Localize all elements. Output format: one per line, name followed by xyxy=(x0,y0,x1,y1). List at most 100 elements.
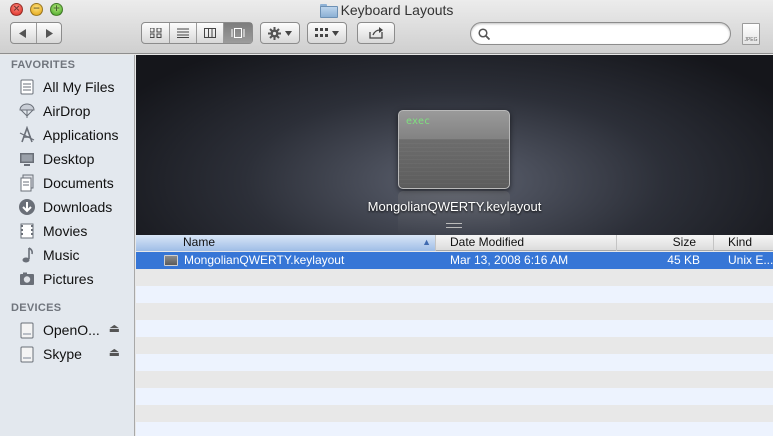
sidebar-item-movies[interactable]: Movies xyxy=(18,220,130,242)
empty-row xyxy=(136,286,773,303)
all-files-icon xyxy=(18,78,36,96)
empty-row xyxy=(136,371,773,388)
sidebar-item-label: AirDrop xyxy=(43,103,91,119)
file-list: Name ▲ Date Modified Size Kind Mongolian… xyxy=(136,235,773,436)
sidebar-item-label: Downloads xyxy=(43,199,113,215)
chevron-down-icon xyxy=(285,30,292,36)
column-header-label: Name xyxy=(183,235,216,249)
desktop-icon xyxy=(18,150,36,168)
cell-name: MongolianQWERTY.keylayout xyxy=(184,253,345,267)
music-icon xyxy=(18,246,36,264)
view-mode-control xyxy=(141,22,253,44)
keylayout-file-icon xyxy=(164,255,178,266)
sidebar-item-label: Skype xyxy=(43,346,82,362)
sidebar-item-downloads[interactable]: Downloads xyxy=(18,196,130,218)
sidebar-item-label: Documents xyxy=(43,175,114,191)
action-menu-button[interactable] xyxy=(260,22,300,44)
column-header-name[interactable]: Name ▲ xyxy=(136,235,436,251)
column-header-label: Size xyxy=(672,235,696,249)
table-row[interactable]: MongolianQWERTY.keylayout Mar 13, 2008 6… xyxy=(136,252,773,269)
back-forward-buttons xyxy=(10,22,62,44)
chevron-down-icon xyxy=(332,30,339,36)
sidebar-item-music[interactable]: Music xyxy=(18,244,130,266)
sidebar-item-desktop[interactable]: Desktop xyxy=(18,148,130,170)
column-header-label: Kind xyxy=(728,235,753,249)
empty-row xyxy=(136,303,773,320)
sidebar-item-documents[interactable]: Documents xyxy=(18,172,130,194)
cell-date-modified: Mar 13, 2008 6:16 AM xyxy=(450,253,569,267)
empty-row xyxy=(136,422,773,436)
sidebar-item-label: Movies xyxy=(43,223,88,239)
sidebar-item-all-my-files[interactable]: All My Files xyxy=(18,76,130,98)
terminal-lines-decoration xyxy=(399,139,509,187)
coverflow-pane[interactable]: exec MongolianQWERTY.keylayout xyxy=(136,55,773,235)
column-header-date-modified[interactable]: Date Modified xyxy=(436,235,617,251)
empty-row xyxy=(136,405,773,422)
resize-grip-icon[interactable] xyxy=(446,223,462,228)
cell-kind: Unix E... xyxy=(728,253,773,267)
search-input[interactable] xyxy=(494,26,730,41)
eject-icon[interactable]: ⏏ xyxy=(109,321,120,335)
sidebar-item-label: OpenO... xyxy=(43,322,100,338)
applications-icon xyxy=(18,126,36,144)
downloads-icon xyxy=(18,198,36,216)
sidebar-item-label: Desktop xyxy=(43,151,95,167)
empty-row xyxy=(136,269,773,286)
forward-button[interactable] xyxy=(37,23,62,43)
disk-icon xyxy=(18,345,36,363)
coverflow-view-button[interactable] xyxy=(224,23,252,43)
list-view-icon xyxy=(177,28,189,38)
arrange-menu-button[interactable] xyxy=(307,22,347,44)
jpeg-badge-text: JPEG xyxy=(744,37,758,43)
empty-row xyxy=(136,388,773,405)
sidebar-item-label: Music xyxy=(43,247,80,263)
sidebar-item-label: Applications xyxy=(43,127,119,143)
search-field[interactable] xyxy=(470,22,731,45)
sidebar-item-openoffice-disk[interactable]: OpenO... ⏏ xyxy=(18,319,130,341)
folder-icon xyxy=(319,4,338,18)
eject-icon[interactable]: ⏏ xyxy=(109,345,120,359)
window-title: Keyboard Layouts xyxy=(0,2,773,18)
sidebar-item-skype-disk[interactable]: Skype ⏏ xyxy=(18,343,130,365)
list-view-button[interactable] xyxy=(170,23,197,43)
favorites-header: FAVORITES xyxy=(11,59,76,71)
pictures-icon xyxy=(18,270,36,288)
coverflow-file-name: MongolianQWERTY.keylayout xyxy=(367,199,542,214)
sidebar-item-airdrop[interactable]: AirDrop xyxy=(18,100,130,122)
empty-row xyxy=(136,337,773,354)
icon-view-icon xyxy=(149,28,161,38)
coverflow-file-preview[interactable]: exec xyxy=(398,110,510,189)
toolbar: × − + Keyboard Layouts JPEG xyxy=(0,0,773,54)
sidebar: FAVORITES All My Files AirDrop Applicati… xyxy=(0,55,135,436)
back-arrow-icon xyxy=(19,28,27,38)
share-icon xyxy=(368,27,383,39)
empty-row xyxy=(136,354,773,371)
column-view-icon xyxy=(204,28,216,38)
disk-icon xyxy=(18,321,36,339)
column-view-button[interactable] xyxy=(197,23,224,43)
sort-ascending-icon: ▲ xyxy=(422,237,431,247)
devices-header: DEVICES xyxy=(11,302,62,314)
cell-size: 45 KB xyxy=(667,253,700,267)
sidebar-item-applications[interactable]: Applications xyxy=(18,124,130,146)
sidebar-item-label: Pictures xyxy=(43,271,94,287)
sidebar-item-pictures[interactable]: Pictures xyxy=(18,268,130,290)
grid-icon xyxy=(315,28,328,37)
column-header-size[interactable]: Size xyxy=(617,235,714,251)
icon-view-button[interactable] xyxy=(142,23,170,43)
jpeg-file-icon[interactable]: JPEG xyxy=(742,23,760,45)
documents-icon xyxy=(18,174,36,192)
column-header-label: Date Modified xyxy=(450,235,525,249)
sidebar-item-label: All My Files xyxy=(43,79,115,95)
search-icon xyxy=(478,27,490,40)
airdrop-icon xyxy=(18,102,36,120)
forward-arrow-icon xyxy=(45,28,53,38)
share-button[interactable] xyxy=(357,22,395,44)
back-button[interactable] xyxy=(11,23,37,43)
window-title-text: Keyboard Layouts xyxy=(340,2,454,18)
list-header: Name ▲ Date Modified Size Kind xyxy=(136,235,773,251)
empty-row xyxy=(136,320,773,337)
column-header-kind[interactable]: Kind xyxy=(714,235,773,251)
gear-icon xyxy=(268,26,281,40)
movies-icon xyxy=(18,222,36,240)
